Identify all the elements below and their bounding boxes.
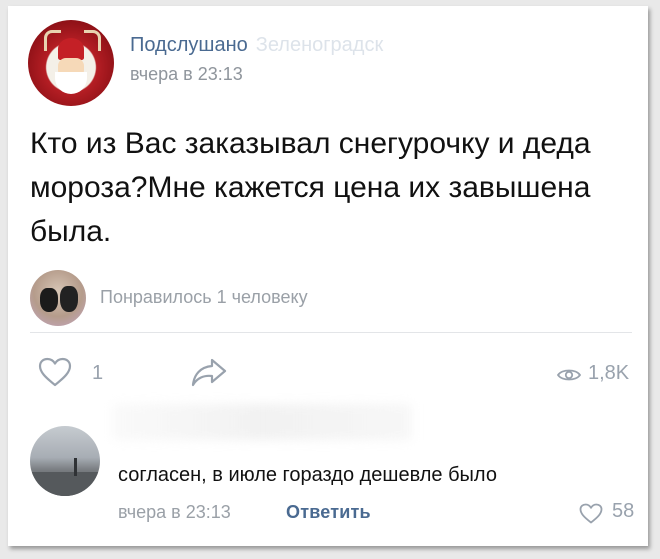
commenter-avatar-ground [30,472,100,496]
post-card: Подслушано Зеленоградск вчера в 23:13 Кто… [8,6,648,546]
liker-avatar-dog-right [60,286,78,312]
group-name-suffix: Зеленоградск [255,34,384,56]
views-count: 1,8K [588,362,630,384]
group-name-link[interactable]: Подслушано Зеленоградск [130,34,383,57]
reply-button[interactable]: Ответить [286,502,371,523]
heart-outline-icon[interactable] [38,357,72,387]
liked-by-text[interactable]: Понравилось 1 человеку [100,287,308,308]
comment-text: согласен, в июле гораздо дешевле было [118,464,497,486]
like-count: 1 [92,362,104,384]
commenter-avatar[interactable] [30,426,100,496]
commenter-name-blurred [112,404,412,440]
avatar-beard [55,72,87,94]
group-avatar[interactable] [28,20,114,106]
eye-icon [557,369,581,381]
avatar-antler-right [84,30,101,51]
liker-avatar-dog-left [40,288,58,312]
share-arrow-icon[interactable] [190,356,228,388]
group-name[interactable]: Подслушано [130,34,248,56]
post-text: Кто из Вас заказывал снегурочку и деда м… [30,127,591,248]
post-time: вчера в 23:13 [130,64,243,84]
comment-time: вчера в 23:13 [118,502,231,522]
liker-avatar[interactable] [30,270,86,326]
comment-heart-outline-icon[interactable] [579,503,603,524]
divider [30,332,632,333]
commenter-avatar-pole [74,458,77,476]
comment-like-count: 58 [612,500,635,522]
avatar-hat [58,38,84,60]
